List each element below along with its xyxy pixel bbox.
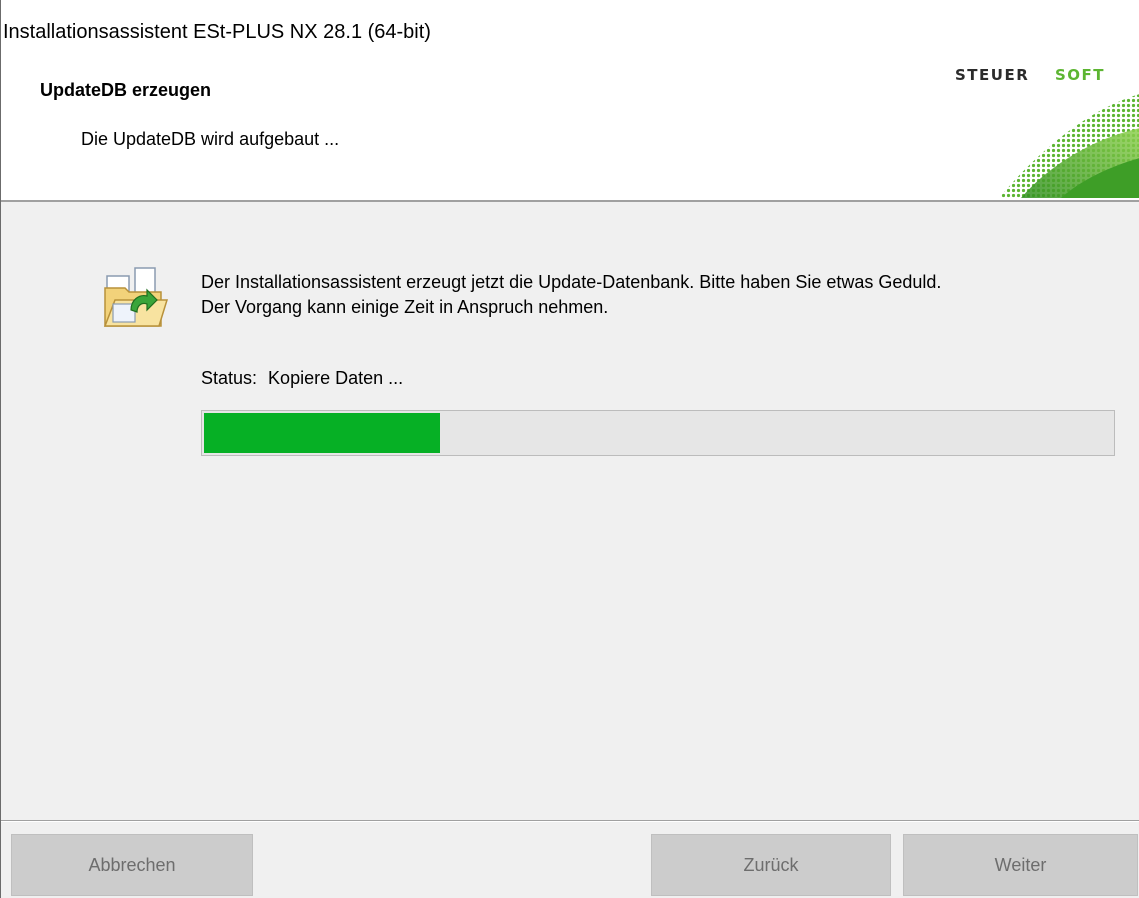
- footer-divider-highlight: [1, 821, 1139, 822]
- svg-text:SOFT: SOFT: [1055, 66, 1105, 84]
- info-message-line-1: Der Installationsassistent erzeugt jetzt…: [201, 272, 942, 292]
- installer-window: Installationsassistent ESt-PLUS NX 28.1 …: [0, 0, 1139, 898]
- status-label: Status:: [201, 368, 258, 388]
- status-value: Kopiere Daten ...: [268, 368, 404, 388]
- progress-bar: [201, 410, 1115, 456]
- wizard-content: Der Installationsassistent erzeugt jetzt…: [1, 202, 1139, 820]
- next-button[interactable]: Weiter: [903, 834, 1138, 896]
- cancel-button[interactable]: Abbrechen: [11, 834, 253, 896]
- folder-update-icon: [103, 267, 169, 327]
- steuersoft-logo: STEUER SOFT: [955, 66, 1139, 198]
- step-subtitle: Die UpdateDB wird aufgebaut ...: [81, 129, 340, 149]
- back-button[interactable]: Zurück: [651, 834, 891, 896]
- info-message-line-2: Der Vorgang kann einige Zeit in Anspruch…: [201, 297, 609, 317]
- wizard-header: UpdateDB erzeugen Die UpdateDB wird aufg…: [1, 58, 1139, 200]
- title-bar: Installationsassistent ESt-PLUS NX 28.1 …: [1, 0, 1139, 58]
- info-message: Der Installationsassistent erzeugt jetzt…: [201, 270, 941, 320]
- progress-bar-fill: [204, 413, 441, 453]
- status-text: Status: Kopiere Daten ...: [201, 368, 403, 389]
- step-title: UpdateDB erzeugen: [40, 80, 212, 100]
- svg-text:STEUER: STEUER: [955, 66, 1029, 84]
- window-title: Installationsassistent ESt-PLUS NX 28.1 …: [3, 21, 431, 43]
